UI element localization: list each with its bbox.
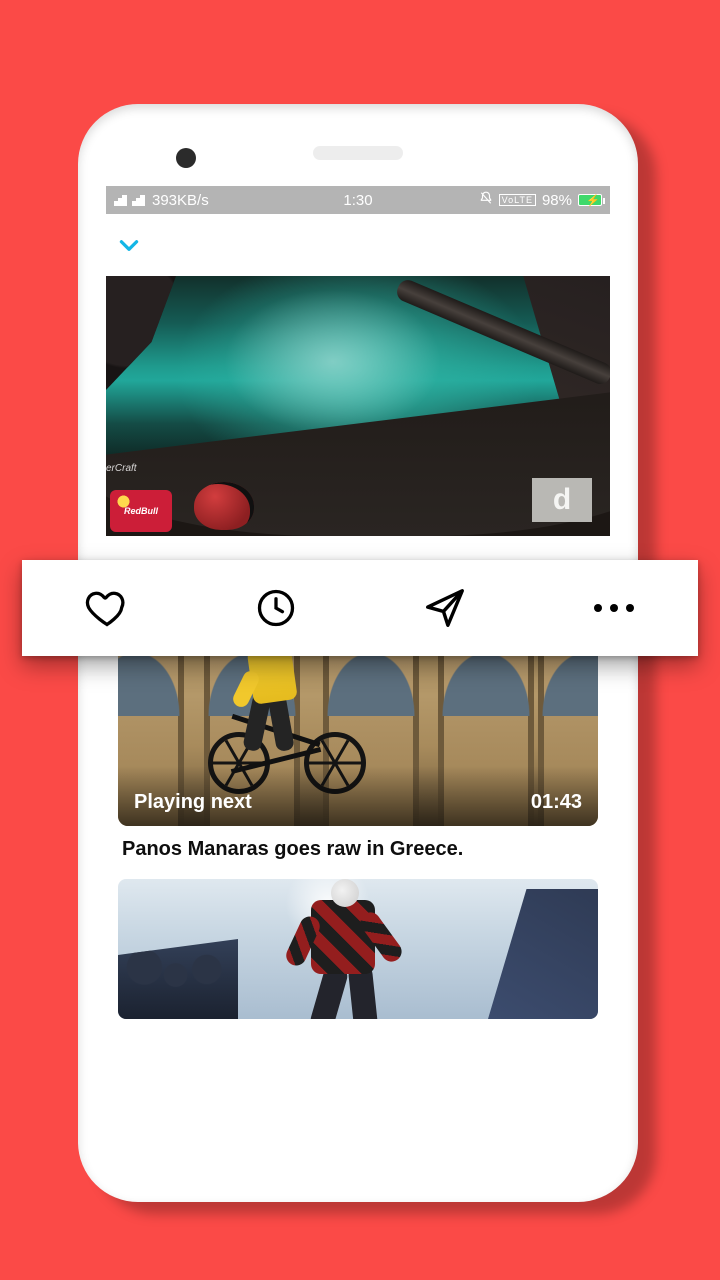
more-button[interactable]: [529, 560, 698, 656]
clock-icon: [254, 586, 298, 630]
video-player[interactable]: erCraft RedBull d: [106, 276, 610, 536]
status-bar: 393KB/s 1:30 VoLTE 98% ⚡: [106, 186, 610, 214]
watch-later-button[interactable]: [191, 560, 360, 656]
bell-muted-icon: [479, 191, 493, 209]
battery-icon: ⚡: [578, 194, 602, 206]
share-button[interactable]: [360, 560, 529, 656]
status-time: 1:30: [343, 192, 372, 209]
status-right: VoLTE 98% ⚡: [479, 191, 602, 209]
thumbnail-art: [273, 885, 423, 1019]
video-card[interactable]: [118, 879, 598, 1019]
sponsor-badge: RedBull: [110, 490, 172, 532]
dailymotion-watermark: d: [532, 478, 592, 522]
phone-speaker: [313, 146, 403, 160]
signal-icon: [114, 194, 128, 206]
playing-next-card[interactable]: Playing next 01:43: [118, 626, 598, 826]
playing-next-duration: 01:43: [531, 791, 582, 814]
collapse-button[interactable]: [116, 232, 142, 258]
playing-next-label: Playing next: [134, 791, 252, 814]
status-network: 393KB/s: [114, 192, 209, 209]
video-brand-text: erCraft: [106, 463, 137, 474]
status-battery-pct: 98%: [542, 192, 572, 209]
screen: 393KB/s 1:30 VoLTE 98% ⚡: [106, 186, 610, 1166]
like-button[interactable]: [22, 560, 191, 656]
more-icon: [590, 599, 638, 617]
heart-icon: [85, 586, 129, 630]
send-icon: [422, 585, 468, 631]
app-header: [106, 214, 610, 276]
signal-icon: [132, 194, 146, 206]
action-bar: [22, 560, 698, 656]
status-netspeed: 393KB/s: [152, 192, 209, 209]
volte-badge: VoLTE: [499, 194, 536, 206]
phone-camera: [176, 148, 196, 168]
playing-next-title: Panos Manaras goes raw in Greece.: [122, 838, 594, 861]
